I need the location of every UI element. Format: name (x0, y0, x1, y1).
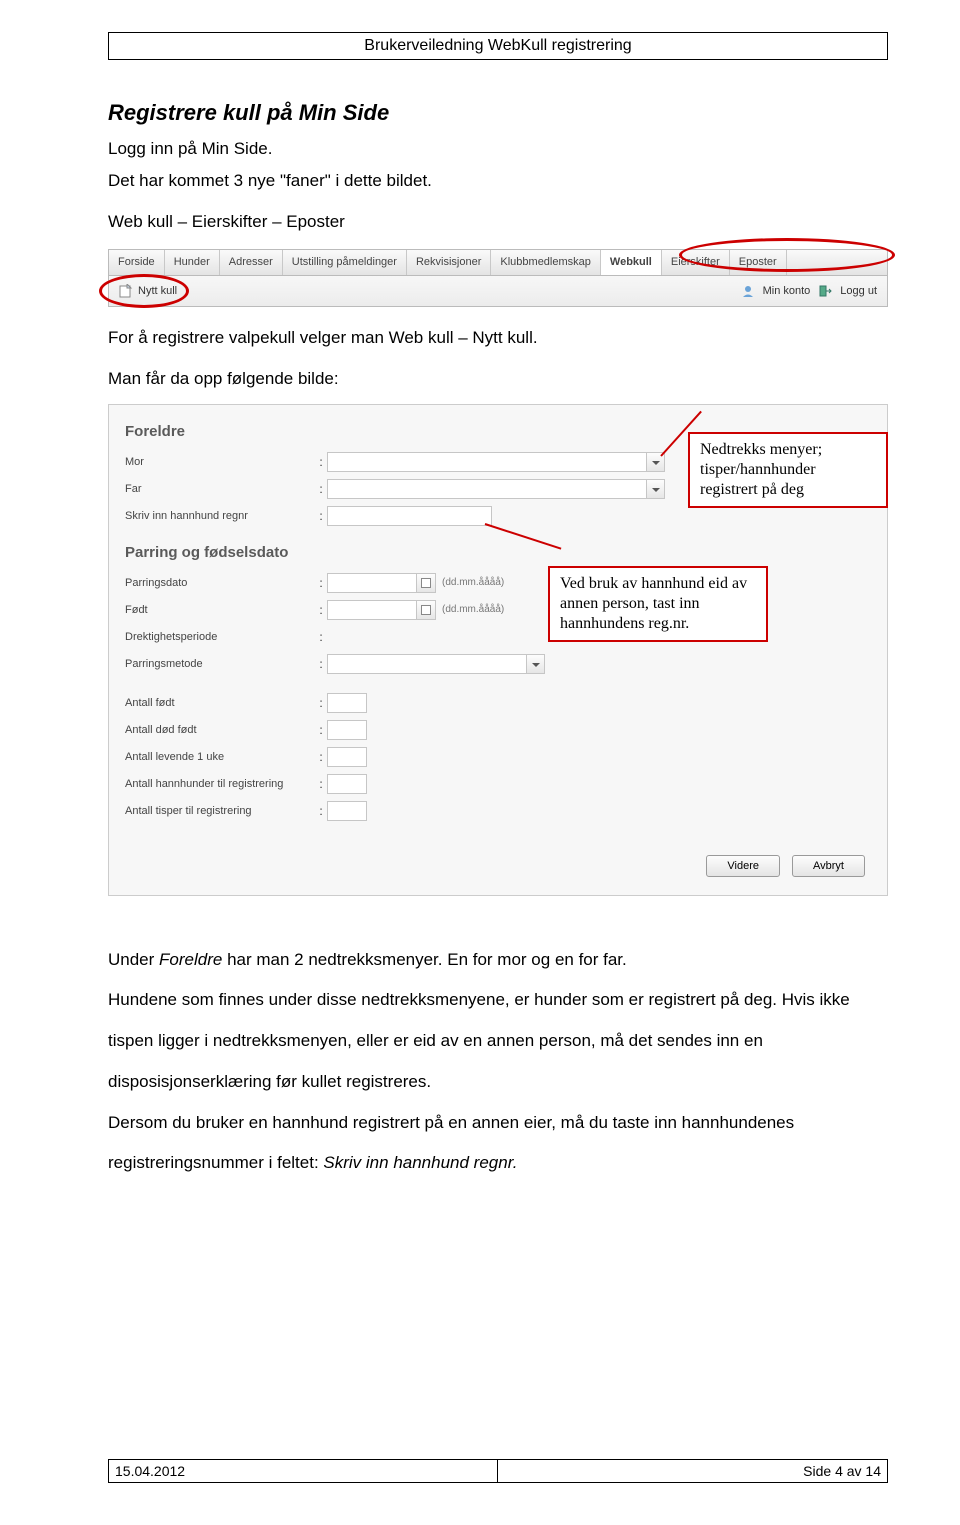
user-icon (741, 284, 755, 298)
para-hundene: Hundene som finnes under disse nedtrekks… (108, 980, 888, 1102)
label-antall-fodt: Antall født (125, 697, 315, 709)
calendar-icon[interactable] (416, 600, 436, 620)
select-metode[interactable] (327, 654, 527, 674)
avbryt-button[interactable]: Avbryt (792, 855, 865, 877)
doc-footer: 15.04.2012 Side 4 av 14 (108, 1459, 888, 1483)
input-antall-dod-fodt[interactable] (327, 720, 367, 740)
label-metode: Parringsmetode (125, 658, 315, 670)
tab-hunder[interactable]: Hunder (165, 250, 220, 275)
label-antall-tisper: Antall tisper til registrering (125, 805, 315, 817)
select-far[interactable] (327, 479, 647, 499)
nytt-kull-label: Nytt kull (138, 285, 177, 297)
input-parringsdato[interactable] (327, 573, 417, 593)
label-skriv-regnr: Skriv inn hannhund regnr (125, 510, 315, 522)
nytt-kull-link[interactable]: Nytt kull (119, 284, 177, 298)
tab-klubbmedlemskap[interactable]: Klubbmedlemskap (491, 250, 601, 275)
doc-header: Brukerveiledning WebKull registrering (108, 32, 888, 60)
input-antall-tisper[interactable] (327, 801, 367, 821)
date-hint-1: (dd.mm.åååå) (442, 577, 504, 588)
label-far: Far (125, 483, 315, 495)
min-konto-link[interactable]: Min konto (763, 285, 811, 297)
nav-tabs: Forside Hunder Adresser Utstilling påmel… (109, 250, 887, 276)
label-antall-hann: Antall hannhunder til registrering (125, 778, 315, 790)
input-antall-levende[interactable] (327, 747, 367, 767)
logout-link[interactable]: Logg ut (840, 285, 877, 297)
input-hannhund-regnr[interactable] (327, 506, 492, 526)
tab-rekvisisjoner[interactable]: Rekvisisjoner (407, 250, 491, 275)
label-antall-dod-fodt: Antall død født (125, 724, 315, 736)
input-antall-fodt[interactable] (327, 693, 367, 713)
tab-eierskifter[interactable]: Eierskifter (662, 250, 730, 275)
input-antall-hann[interactable] (327, 774, 367, 794)
new-icon (119, 284, 133, 298)
tab-webkull[interactable]: Webkull (601, 250, 662, 275)
input-fodt[interactable] (327, 600, 417, 620)
logout-icon (818, 284, 832, 298)
label-drekt: Drektighetsperiode (125, 631, 315, 643)
section-parring: Parring og fødselsdato (125, 544, 871, 561)
date-hint-2: (dd.mm.åååå) (442, 604, 504, 615)
label-parringsdato: Parringsdato (125, 577, 315, 589)
after-nav-line-1: For å registrere valpekull velger man We… (108, 325, 888, 351)
dropdown-icon[interactable] (527, 654, 545, 674)
label-fodt: Født (125, 604, 315, 616)
para-under-foreldre: Under Foreldre har man 2 nedtrekksmenyer… (108, 940, 888, 981)
tab-utstilling[interactable]: Utstilling påmeldinger (283, 250, 407, 275)
select-mor[interactable] (327, 452, 647, 472)
tab-adresser[interactable]: Adresser (220, 250, 283, 275)
intro-line-2: Det har kommet 3 nye "faner" i dette bil… (108, 168, 888, 194)
callout-nedtrekks: Nedtrekks menyer; tisper/hannhunder regi… (688, 432, 888, 508)
para-dersom: Dersom du bruker en hannhund registrert … (108, 1103, 888, 1185)
label-mor: Mor (125, 456, 315, 468)
tab-eposter[interactable]: Eposter (730, 250, 787, 275)
videre-button[interactable]: Videre (706, 855, 780, 877)
tab-forside[interactable]: Forside (109, 250, 165, 275)
screenshot-nav: Forside Hunder Adresser Utstilling påmel… (108, 249, 888, 307)
intro-line-1: Logg inn på Min Side. (108, 136, 888, 162)
calendar-icon[interactable] (416, 573, 436, 593)
page-title: Registrere kull på Min Side (108, 100, 888, 126)
label-antall-levende: Antall levende 1 uke (125, 751, 315, 763)
after-nav-line-2: Man får da opp følgende bilde: (108, 366, 888, 392)
footer-page: Side 4 av 14 (498, 1460, 887, 1482)
intro-line-3: Web kull – Eierskifter – Eposter (108, 209, 888, 235)
dropdown-icon[interactable] (647, 479, 665, 499)
footer-date: 15.04.2012 (109, 1460, 498, 1482)
callout-hannhund: Ved bruk av hannhund eid av annen person… (548, 566, 768, 642)
